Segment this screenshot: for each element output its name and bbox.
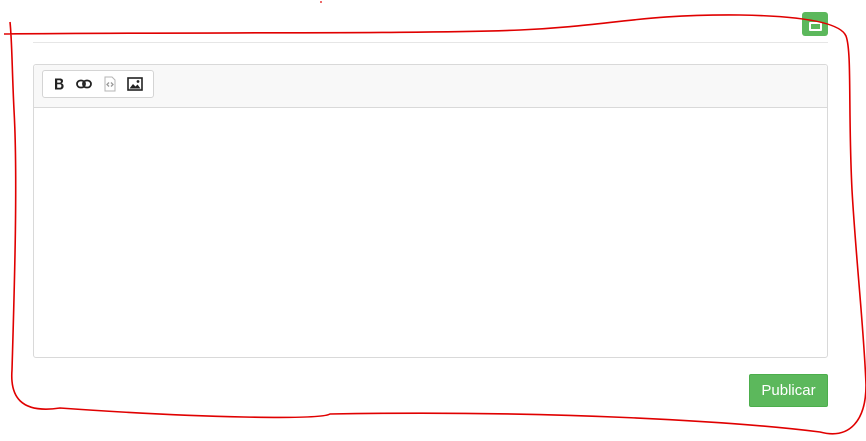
image-button[interactable] <box>124 72 148 96</box>
code-button[interactable] <box>98 72 122 96</box>
code-icon <box>104 76 116 92</box>
editor-toolbar <box>34 65 827 108</box>
section-divider <box>33 42 828 43</box>
bold-icon <box>54 78 64 90</box>
toolbar-button-group <box>42 70 154 98</box>
top-action-button[interactable] <box>802 12 828 36</box>
text-editor <box>33 64 828 358</box>
folder-icon <box>808 21 822 31</box>
publish-button[interactable]: Publicar <box>749 374 828 407</box>
link-button[interactable] <box>73 72 97 96</box>
link-icon <box>76 79 93 89</box>
bold-button[interactable] <box>47 72 71 96</box>
image-icon <box>127 77 144 91</box>
editor-text-area[interactable] <box>34 107 827 357</box>
